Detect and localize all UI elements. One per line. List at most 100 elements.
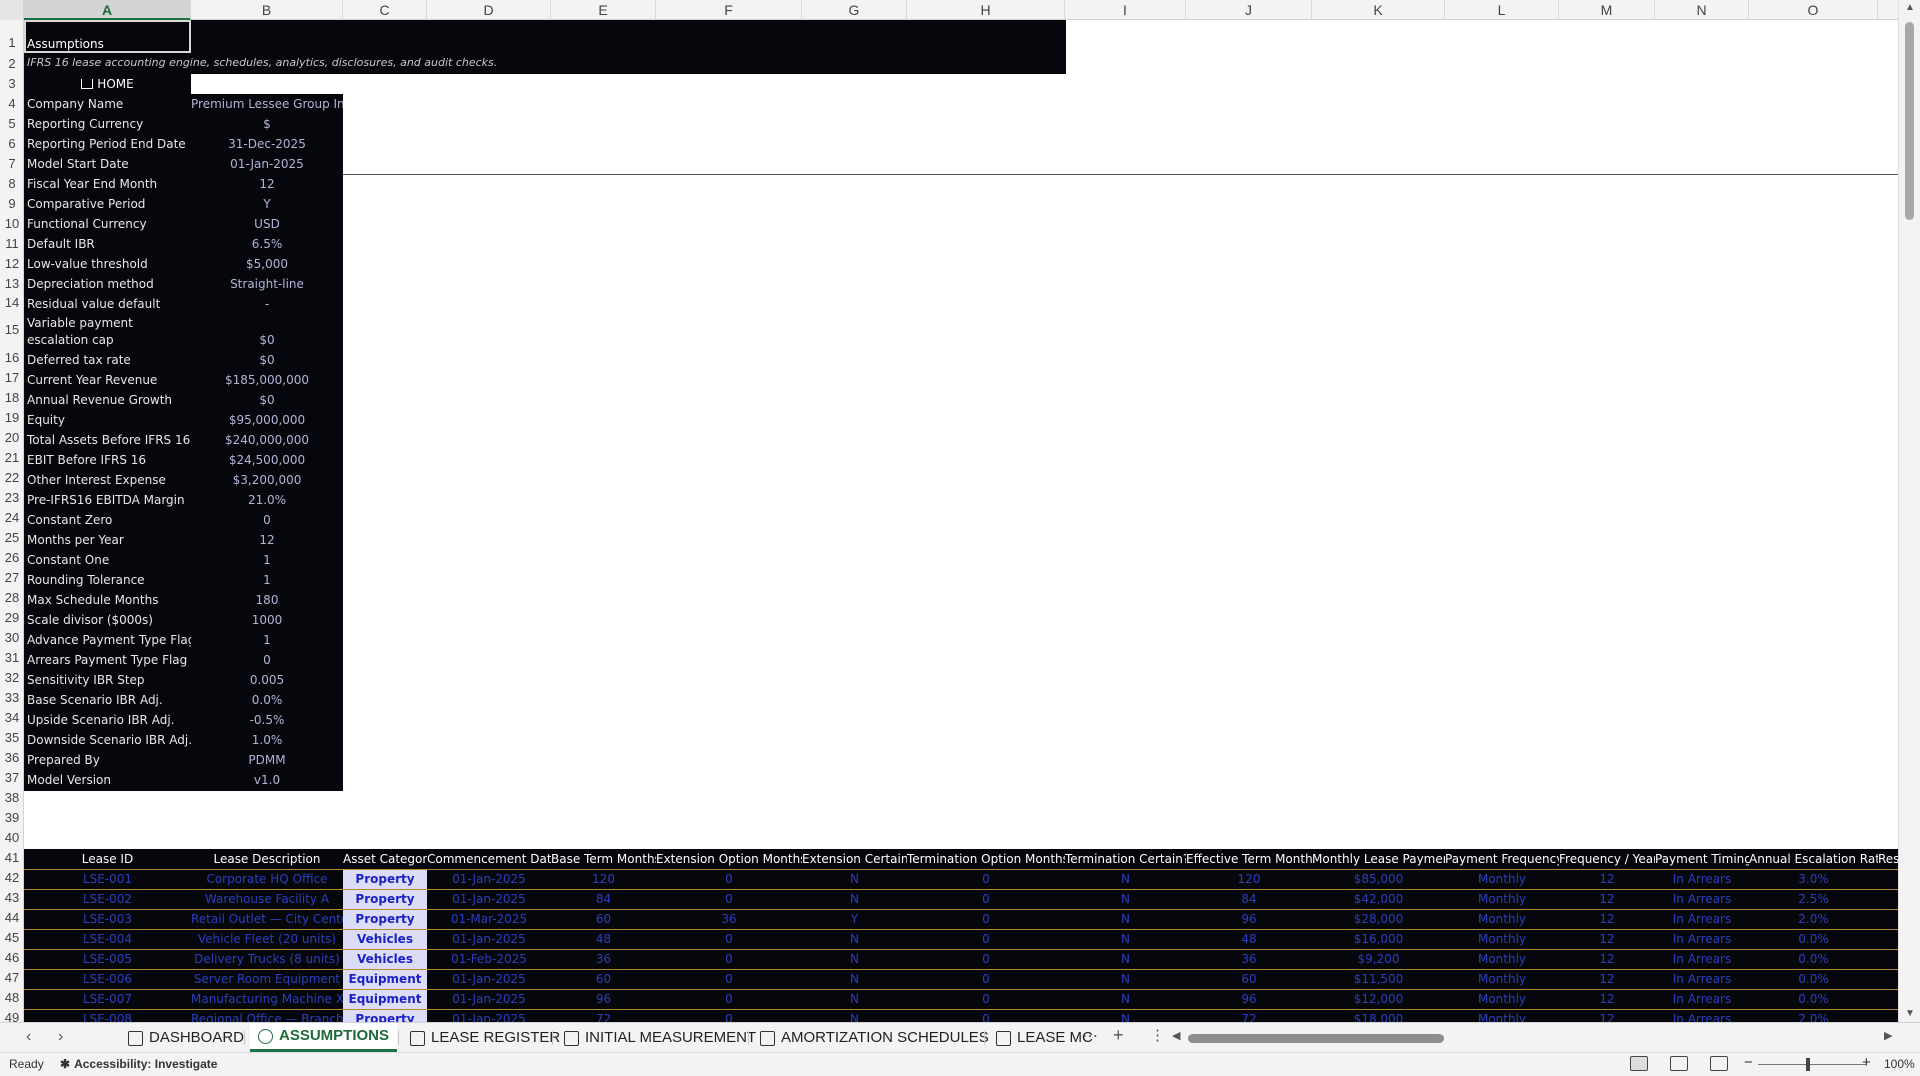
assumption-value[interactable]: Straight-line	[191, 274, 343, 294]
table-cell[interactable]: 0	[907, 970, 1065, 990]
column-header-c[interactable]: C	[343, 0, 427, 20]
assumption-value[interactable]: 6.5%	[191, 234, 343, 254]
column-header-f[interactable]: F	[656, 0, 802, 20]
table-cell[interactable]: 2.0%	[1749, 1010, 1878, 1022]
table-cell[interactable]: LSE-008	[24, 1010, 191, 1022]
table-cell[interactable]: N	[802, 870, 907, 890]
table-cell[interactable]: 0.0%	[1749, 970, 1878, 990]
table-cell[interactable]: Monthly	[1445, 890, 1559, 910]
active-cell-a1[interactable]	[24, 20, 191, 53]
row-header-42[interactable]: 42	[0, 868, 23, 888]
row-header-28[interactable]: 28	[0, 588, 23, 608]
column-header-o[interactable]: O	[1749, 0, 1878, 20]
table-cell[interactable]: 0	[656, 890, 802, 910]
row-header-31[interactable]: 31	[0, 648, 23, 668]
row-header-23[interactable]: 23	[0, 488, 23, 508]
table-cell[interactable]: Retail Outlet — City Center	[191, 910, 343, 930]
row-header-18[interactable]: 18	[0, 388, 23, 408]
row-header-4[interactable]: 4	[0, 94, 23, 114]
table-cell[interactable]: 84	[551, 890, 656, 910]
table-cell[interactable]: 0	[656, 930, 802, 950]
assumption-value[interactable]: $	[191, 114, 343, 134]
table-header-cell[interactable]: Termination Option Months	[907, 849, 1065, 869]
tab-lease-register[interactable]: LEASE REGISTER	[402, 1023, 568, 1053]
table-cell[interactable]: $11,500	[1312, 970, 1445, 990]
table-cell[interactable]: N	[802, 970, 907, 990]
row-header-14[interactable]: 14	[0, 294, 23, 312]
assumption-value[interactable]: v1.0	[191, 770, 343, 790]
table-cell[interactable]: 12	[1559, 870, 1655, 890]
assumption-value[interactable]: 1	[191, 550, 343, 570]
table-header-cell[interactable]: Lease ID	[24, 849, 191, 869]
table-cell[interactable]: In Arrears	[1655, 930, 1749, 950]
column-header-d[interactable]: D	[427, 0, 551, 20]
tab-next-icon[interactable]: ›	[58, 1028, 63, 1046]
table-cell[interactable]: $18,000	[1312, 1010, 1445, 1022]
row-header-26[interactable]: 26	[0, 548, 23, 568]
select-all-corner[interactable]	[0, 0, 24, 20]
column-header-m[interactable]: M	[1559, 0, 1655, 20]
table-cell[interactable]: N	[802, 990, 907, 1010]
scroll-down-icon[interactable]: ▼	[1899, 1008, 1920, 1019]
table-header-cell[interactable]: Frequency / Year	[1559, 849, 1655, 869]
table-cell[interactable]: 0	[656, 970, 802, 990]
table-header-cell[interactable]: Res	[1878, 849, 1898, 869]
row-header-48[interactable]: 48	[0, 988, 23, 1008]
tab-initial-measurement[interactable]: INITIAL MEASUREMENT	[556, 1023, 764, 1053]
table-cell[interactable]: $42,000	[1312, 890, 1445, 910]
table-cell[interactable]: Delivery Trucks (8 units)	[191, 950, 343, 970]
horizontal-scroll-thumb[interactable]	[1188, 1034, 1444, 1043]
table-cell[interactable]: 36	[1186, 950, 1312, 970]
sheet-options-icon[interactable]: ⋮	[1150, 1026, 1165, 1044]
table-cell[interactable]: 96	[1186, 910, 1312, 930]
table-cell[interactable]: Y	[802, 910, 907, 930]
table-cell[interactable]: N	[1065, 1010, 1186, 1022]
vertical-scroll-thumb[interactable]	[1905, 22, 1914, 220]
row-header-1[interactable]: 1	[0, 20, 23, 53]
table-cell[interactable]: 0	[656, 1010, 802, 1022]
row-header-16[interactable]: 16	[0, 348, 23, 368]
table-cell[interactable]: Monthly	[1445, 970, 1559, 990]
table-row[interactable]: LSE-007 Manufacturing Machine X1 Equipment…	[24, 989, 1898, 1010]
table-cell[interactable]: 48	[551, 930, 656, 950]
row-header-43[interactable]: 43	[0, 888, 23, 908]
table-cell[interactable]: Server Room Equipment	[191, 970, 343, 990]
column-header-b[interactable]: B	[191, 0, 343, 20]
assumption-value[interactable]: $0	[191, 390, 343, 410]
row-header-13[interactable]: 13	[0, 274, 23, 294]
table-cell[interactable]: 48	[1186, 930, 1312, 950]
row-header-21[interactable]: 21	[0, 448, 23, 468]
row-header-40[interactable]: 40	[0, 828, 23, 848]
table-cell[interactable]: $16,000	[1312, 930, 1445, 950]
table-cell[interactable]: Monthly	[1445, 930, 1559, 950]
row-header-15[interactable]: 15	[0, 312, 23, 348]
row-header-37[interactable]: 37	[0, 768, 23, 788]
add-sheet-icon[interactable]: +	[1113, 1025, 1124, 1046]
column-header-i[interactable]: I	[1065, 0, 1186, 20]
row-header-29[interactable]: 29	[0, 608, 23, 628]
table-cell[interactable]: 60	[1186, 970, 1312, 990]
table-cell[interactable]: 01-Jan-2025	[427, 1010, 551, 1022]
table-header-cell[interactable]: Monthly Lease Payment	[1312, 849, 1445, 869]
table-cell[interactable]: N	[1065, 890, 1186, 910]
table-cell[interactable]: 84	[1186, 890, 1312, 910]
table-cell[interactable]: LSE-006	[24, 970, 191, 990]
assumption-value[interactable]: $0	[191, 330, 343, 350]
table-header-cell[interactable]: Effective Term Months	[1186, 849, 1312, 869]
row-header-6[interactable]: 6	[0, 134, 23, 154]
assumption-value[interactable]: 0	[191, 510, 343, 530]
table-cell[interactable]: 0.0%	[1749, 990, 1878, 1010]
table-cell[interactable]: 0	[656, 870, 802, 890]
asset-category-cell[interactable]: Vehicles	[343, 950, 427, 970]
tab-prev-icon[interactable]: ‹	[26, 1028, 31, 1046]
row-header-46[interactable]: 46	[0, 948, 23, 968]
assumption-value[interactable]: PDMM	[191, 750, 343, 770]
table-cell[interactable]: 0	[907, 1010, 1065, 1022]
assumption-value[interactable]: $240,000,000	[191, 430, 343, 450]
zoom-level[interactable]: 100%	[1884, 1057, 1915, 1071]
table-cell[interactable]: LSE-001	[24, 870, 191, 890]
row-header-11[interactable]: 11	[0, 234, 23, 254]
row-header-24[interactable]: 24	[0, 508, 23, 528]
table-cell[interactable]: N	[1065, 950, 1186, 970]
row-header-10[interactable]: 10	[0, 214, 23, 234]
